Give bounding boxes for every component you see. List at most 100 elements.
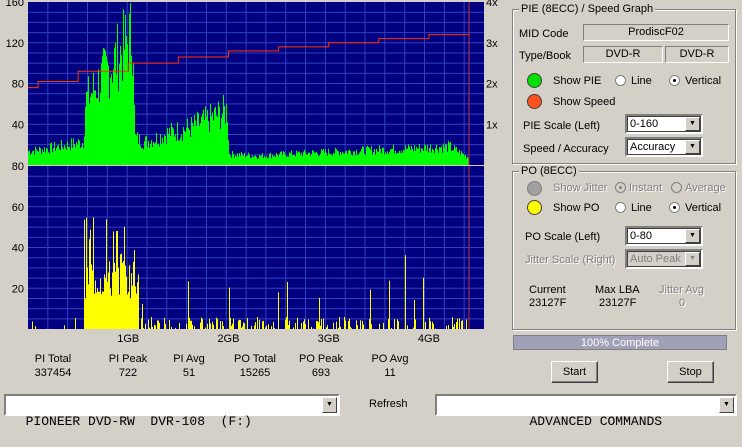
max-lba-value: 23127F [599,297,637,309]
po-axis-tick-label: 60 [12,202,24,214]
po-chart: 80 60 40 20 1GB 2GB 3GB 4GB [12,161,484,345]
advanced-commands-value: ADVANCED COMMANDS [529,414,663,429]
pi-total-label: PI Total [34,353,72,365]
po-color-dot[interactable] [527,200,542,215]
x-axis-tick-label: 2GB [217,333,239,345]
speed-accuracy-label: Speed / Accuracy [523,143,609,155]
chevron-down-icon[interactable]: ▼ [685,229,700,243]
start-button[interactable]: Start [551,361,598,383]
po-total-label: PO Total [234,353,276,365]
pie-line-label: Line [631,75,652,87]
pie-speed-chart: 160 120 80 40 4x 3x 2x 1x [6,0,498,165]
pie-axis-tick-label: 40 [12,119,24,131]
stop-button[interactable]: Stop [667,361,714,383]
jitter-average-radio [671,182,682,193]
jitter-color-dot [527,181,542,196]
speed-axis-tick-label: 3x [486,38,498,50]
type-book-label: Type/Book [519,50,571,62]
po-avg-value: 11 [384,367,396,379]
jitter-scale-select: Auto Peak ▼ [625,249,703,269]
pie-color-dot[interactable] [527,73,542,88]
pi-peak-value: 722 [118,367,138,379]
po-line-radio[interactable] [615,202,626,213]
speed-accuracy-select[interactable]: Accuracy ▼ [625,137,703,157]
chevron-down-icon[interactable]: ▼ [719,397,734,413]
max-lba-label: Max LBA [595,284,640,296]
show-pie-label: Show PIE [553,75,602,87]
po-scale-label: PO Scale (Left) [525,231,601,243]
pie-group-title: PIE (8ECC) / Speed Graph [519,3,656,15]
jitter-instant-radio [615,182,626,193]
jitter-avg-value: 0 [679,297,686,309]
mid-code-label: MID Code [519,28,569,40]
pi-avg-value: 51 [182,367,196,379]
show-jitter-label: Show Jitter [553,182,608,194]
pie-scale-select[interactable]: 0-160 ▼ [625,114,703,134]
po-scale-value: 0-80 [630,230,653,242]
po-axis-tick-label: 80 [12,161,24,173]
jitter-avg-label: Jitter Avg [659,284,705,296]
po-group-title: PO (8ECC) [519,165,579,177]
po-peak-value: 693 [311,367,331,379]
speed-color-dot[interactable] [527,94,542,109]
refresh-button[interactable]: Refresh [369,398,408,410]
speed-axis-tick-label: 2x [486,79,498,91]
show-speed-label: Show Speed [553,96,616,108]
po-scale-select[interactable]: 0-80 ▼ [625,226,703,246]
progress-bar: 100% Complete [513,335,727,350]
chevron-down-icon: ▼ [685,252,700,266]
advanced-commands-select[interactable]: ADVANCED COMMANDS ▼ [435,394,737,429]
jitter-scale-value: Auto Peak [630,253,681,265]
pie-vertical-radio[interactable] [669,75,680,86]
chevron-down-icon[interactable]: ▼ [685,117,700,131]
pi-total-stat: PI Total 337454 [28,352,78,380]
speed-accuracy-value: Accuracy [630,141,676,153]
current-label: Current [529,284,566,296]
x-axis-tick-label: 3GB [318,333,340,345]
po-avg-label: PO Avg [371,353,409,365]
pie-line-radio[interactable] [615,75,626,86]
pie-scale-label: PIE Scale (Left) [523,120,601,132]
po-axis-tick-label: 20 [12,283,24,295]
x-axis-tick-label: 4GB [418,333,440,345]
po-group: PO (8ECC) Show Jitter Instant Average Sh… [512,165,736,330]
pie-axis-tick-label: 120 [6,38,24,50]
mid-code-field: ProdiscF02 [583,24,729,41]
pie-scale-value: 0-160 [630,118,659,130]
pi-avg-label: PI Avg [173,353,205,365]
drive-value: PIONEER DVD-RW DVR-108 (F:) [25,414,252,429]
pie-vertical-label: Vertical [685,75,722,87]
speed-axis-tick-label: 1x [486,119,498,131]
pie-speed-group: PIE (8ECC) / Speed Graph MID Code Prodis… [512,3,736,164]
pi-total-value: 337454 [34,367,72,379]
jitter-instant-label: Instant [629,182,663,194]
po-avg-stat: PO Avg 11 [365,352,415,380]
pi-peak-stat: PI Peak 722 [103,352,153,380]
graph-area: 160 120 80 40 4x 3x 2x 1x 80 60 40 20 1GB 2GB 3GB 4G… [6,0,498,345]
show-po-label: Show PO [553,202,600,214]
po-total-stat: PO Total 15265 [227,352,283,380]
po-peak-stat: PO Peak 693 [293,352,349,380]
pi-avg-stat: PI Avg 51 [164,352,214,380]
chevron-down-icon[interactable]: ▼ [685,140,700,154]
po-line-label: Line [631,202,652,214]
speed-axis-tick-label: 4x [486,0,498,9]
po-axis-tick-label: 40 [12,243,24,255]
start-button-label: Start [562,366,587,378]
po-peak-label: PO Peak [298,353,344,365]
type-field: DVD-R [583,46,663,63]
po-total-value: 15265 [239,367,271,379]
pie-axis-tick-label: 80 [12,79,24,91]
book-field: DVD-R [665,46,729,63]
pi-peak-label: PI Peak [108,353,148,365]
x-axis-tick-label: 1GB [117,333,139,345]
po-vertical-label: Vertical [685,202,722,214]
current-value: 23127F [529,297,567,309]
chevron-down-icon[interactable]: ▼ [322,397,337,413]
jitter-scale-label: Jitter Scale (Right) [525,254,616,266]
drive-select[interactable]: PIONEER DVD-RW DVR-108 (F:) ▼ [4,394,340,429]
jitter-average-label: Average [685,182,726,194]
stop-button-label: Stop [679,366,702,378]
pie-axis-tick-label: 160 [6,0,24,9]
po-vertical-radio[interactable] [669,202,680,213]
